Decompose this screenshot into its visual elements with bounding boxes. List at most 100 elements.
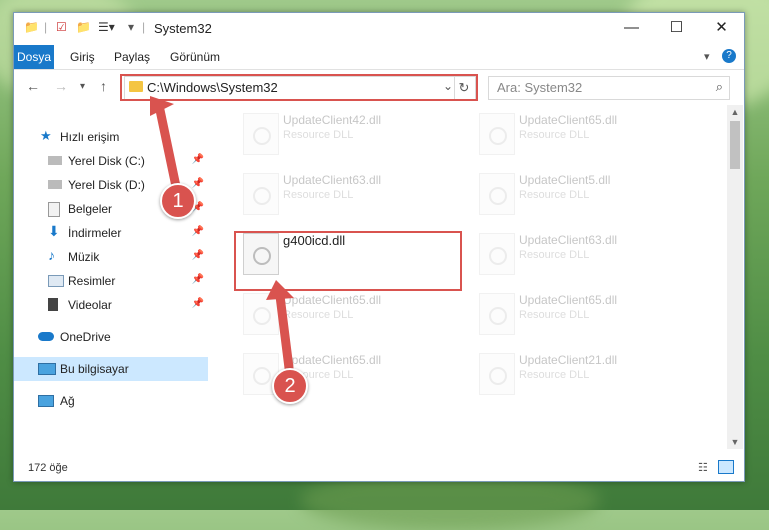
file-name: UpdateClient65.dll <box>519 293 618 307</box>
file-type: Resource DLL <box>283 129 354 141</box>
nav-item-pictures[interactable]: Resimler 📌 <box>14 269 208 293</box>
folder-icon[interactable]: 📁 <box>24 20 39 34</box>
dll-file-icon <box>479 173 515 215</box>
close-button[interactable]: ✕ <box>699 13 744 43</box>
nav-label: Hızlı erişim <box>60 130 120 144</box>
nav-label: Belgeler <box>68 202 113 216</box>
nav-onedrive[interactable]: OneDrive <box>14 325 208 349</box>
back-button[interactable]: ← <box>26 78 40 94</box>
forward-button[interactable]: → <box>54 78 68 94</box>
nav-label: Resimler <box>68 274 116 288</box>
nav-item-downloads[interactable]: ⬇ İndirmeler 📌 <box>14 221 208 245</box>
documents-icon <box>48 202 60 217</box>
tab-home[interactable]: Giriş <box>62 45 103 69</box>
customize-quick-access-icon[interactable]: ☰▾ <box>98 20 115 34</box>
file-item[interactable]: UpdateClient21.dll Resource DLL <box>473 347 693 403</box>
annotation-box-address <box>120 74 478 101</box>
minimize-button[interactable]: — <box>609 13 654 43</box>
search-input[interactable]: Ara: System32 ⌕ <box>488 76 730 100</box>
large-icons-view-icon[interactable] <box>718 460 734 474</box>
file-item[interactable]: UpdateClient42.dll Resource DLL <box>237 107 457 163</box>
dll-file-icon <box>479 353 515 395</box>
tab-share[interactable]: Paylaş <box>106 45 158 69</box>
nav-quick-access[interactable]: ★ Hızlı erişim <box>14 125 208 149</box>
file-name: UpdateClient5.dll <box>519 173 611 187</box>
separator: | <box>142 20 146 34</box>
file-item[interactable]: UpdateClient65.dll Resource DLL <box>473 287 693 343</box>
file-name: UpdateClient65.dll <box>283 353 382 367</box>
dll-file-icon <box>243 173 279 215</box>
pictures-icon <box>48 275 64 287</box>
file-name: UpdateClient63.dll <box>519 233 618 247</box>
file-item[interactable]: UpdateClient63.dll Resource DLL <box>237 167 457 223</box>
recent-locations-button[interactable]: ▾ <box>80 81 85 92</box>
window-title: System32 <box>154 21 212 36</box>
navigation-pane: ★ Hızlı erişim Yerel Disk (C:) 📌 Yerel D… <box>14 105 210 449</box>
properties-icon[interactable]: ☑ <box>56 20 67 34</box>
file-type: Resource DLL <box>519 249 590 261</box>
nav-label: Yerel Disk (C:) <box>68 154 145 168</box>
vertical-scrollbar[interactable]: ▲ ▼ <box>727 105 743 449</box>
pin-icon: 📌 <box>191 250 204 261</box>
file-item[interactable]: UpdateClient65.dll Resource DLL <box>237 347 457 403</box>
star-icon: ★ <box>40 128 52 143</box>
file-item[interactable]: UpdateClient65.dll Resource DLL <box>473 107 693 163</box>
scroll-down-icon[interactable]: ▼ <box>727 435 743 449</box>
nav-label: Yerel Disk (D:) <box>68 178 145 192</box>
file-explorer-window: 📁 | ☑ 📁 ☰▾ ▾ | System32 — ☐ ✕ Dosya Giri… <box>13 12 745 482</box>
pin-icon: 📌 <box>191 154 204 165</box>
status-bar: 172 öğe ☷ <box>14 457 744 479</box>
step-badge-1: 1 <box>160 183 196 219</box>
details-view-icon[interactable]: ☷ <box>698 461 708 474</box>
download-icon: ⬇ <box>48 223 60 239</box>
drive-icon <box>48 180 62 189</box>
dll-file-icon <box>479 293 515 335</box>
file-type: Resource DLL <box>519 129 590 141</box>
tab-view[interactable]: Görünüm <box>162 45 228 69</box>
maximize-button[interactable]: ☐ <box>654 13 699 43</box>
scrollbar-thumb[interactable] <box>730 121 740 169</box>
pin-icon: 📌 <box>191 178 204 189</box>
help-button[interactable]: ? <box>722 49 736 63</box>
file-name: UpdateClient21.dll <box>519 353 618 367</box>
nav-network[interactable]: Ağ <box>14 389 208 413</box>
pin-icon: 📌 <box>191 274 204 285</box>
music-icon: ♪ <box>48 247 55 263</box>
expand-ribbon-icon[interactable]: ▾ <box>704 50 710 63</box>
nav-item-videos[interactable]: Videolar 📌 <box>14 293 208 317</box>
ribbon-tabs: Dosya Giriş Paylaş Görünüm ▾ ? <box>14 45 744 70</box>
new-folder-icon[interactable]: 📁 <box>76 20 91 34</box>
search-placeholder: Ara: System32 <box>497 80 583 95</box>
nav-item-drive-c[interactable]: Yerel Disk (C:) 📌 <box>14 149 208 173</box>
tab-file[interactable]: Dosya <box>14 45 54 69</box>
separator: | <box>44 20 48 34</box>
file-name: UpdateClient42.dll <box>283 113 382 127</box>
dll-file-icon <box>243 293 279 335</box>
nav-this-pc[interactable]: Bu bilgisayar <box>14 357 208 381</box>
dll-file-icon <box>479 233 515 275</box>
item-count: 172 öğe <box>28 462 68 474</box>
file-name: UpdateClient63.dll <box>283 173 382 187</box>
dll-file-icon <box>243 113 279 155</box>
drive-icon <box>48 156 62 165</box>
nav-label: Videolar <box>68 298 112 312</box>
nav-item-music[interactable]: ♪ Müzik 📌 <box>14 245 208 269</box>
file-type: Resource DLL <box>519 369 590 381</box>
chevron-down-icon[interactable]: ▾ <box>128 20 134 34</box>
file-name: UpdateClient65.dll <box>519 113 618 127</box>
nav-label: Bu bilgisayar <box>60 362 129 376</box>
network-icon <box>38 395 54 407</box>
nav-label: Ağ <box>60 394 75 408</box>
dll-file-icon <box>479 113 515 155</box>
computer-icon <box>38 363 56 375</box>
file-item[interactable]: UpdateClient65.dll Resource DLL <box>237 287 457 343</box>
file-type: Resource DLL <box>283 309 354 321</box>
file-item[interactable]: UpdateClient63.dll Resource DLL <box>473 227 693 283</box>
scroll-up-icon[interactable]: ▲ <box>727 105 743 119</box>
search-icon[interactable]: ⌕ <box>716 79 723 95</box>
nav-label: Müzik <box>68 250 100 264</box>
nav-label: İndirmeler <box>68 226 122 240</box>
file-item[interactable]: UpdateClient5.dll Resource DLL <box>473 167 693 223</box>
nav-label: OneDrive <box>60 330 111 344</box>
up-button[interactable]: ↑ <box>100 78 107 94</box>
